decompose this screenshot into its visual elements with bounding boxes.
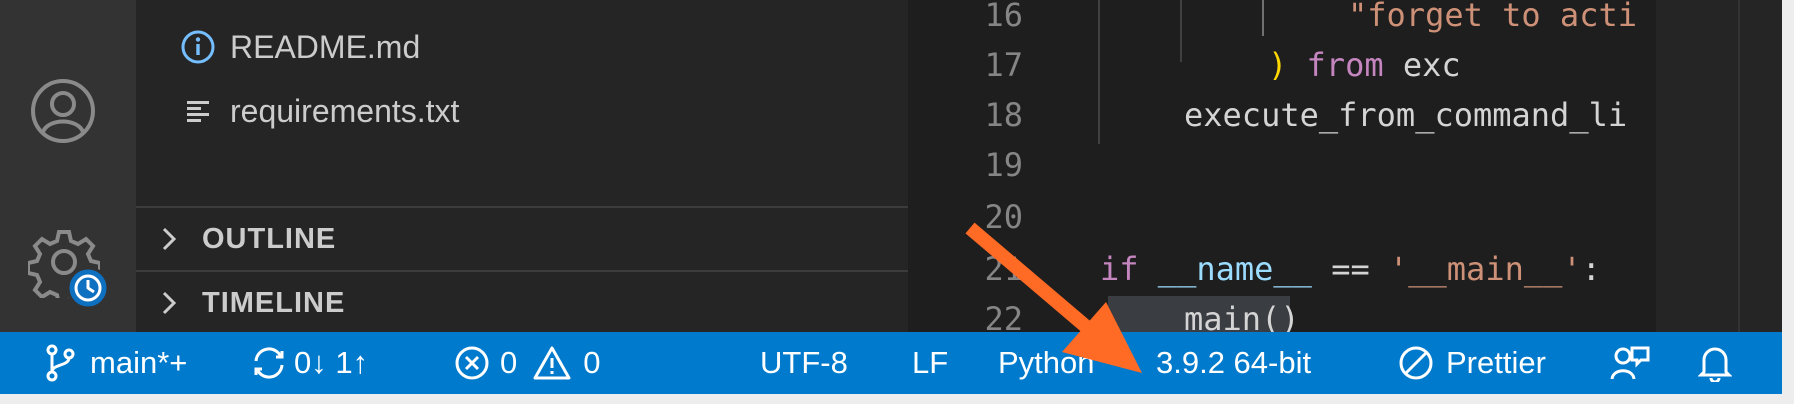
code-text: exc	[1383, 46, 1461, 84]
prohibited-icon	[1399, 346, 1433, 380]
activity-bar	[0, 0, 136, 332]
line-number: 20	[984, 198, 1023, 236]
python-interpreter-button[interactable]: 3.9.2 64-bit	[1156, 332, 1311, 394]
line-number: 21	[984, 250, 1023, 288]
section-label: TIMELINE	[202, 286, 346, 319]
code-keyword: from	[1306, 46, 1384, 84]
encoding-button[interactable]: UTF-8	[760, 332, 848, 394]
line-number: 18	[984, 96, 1023, 134]
error-count: 0	[500, 345, 518, 380]
warning-count: 0	[583, 345, 601, 380]
indent-guide	[1180, 0, 1182, 62]
info-icon	[178, 27, 218, 67]
code-variable: __name__	[1157, 250, 1312, 288]
interpreter-label: 3.9.2 64-bit	[1156, 345, 1312, 380]
code-line: "forget to acti	[1348, 0, 1637, 34]
code-paren: )	[1268, 46, 1288, 84]
line-number: 16	[984, 0, 1023, 34]
code-text: :	[1581, 250, 1601, 288]
chevron-right-icon	[162, 227, 177, 251]
section-timeline[interactable]: TIMELINE	[136, 270, 908, 334]
feedback-person-icon	[1610, 346, 1650, 380]
minimap[interactable]	[1656, 0, 1782, 332]
prettier-label: Prettier	[1446, 345, 1546, 380]
prettier-button[interactable]: Prettier	[1398, 332, 1546, 394]
indent-guide	[1262, 0, 1264, 36]
line-number: 19	[984, 146, 1023, 184]
branch-button[interactable]: main*+	[44, 332, 187, 394]
file-name: requirements.txt	[230, 92, 460, 129]
feedback-button[interactable]	[1610, 332, 1650, 394]
status-bar: main*+ 0↓ 1↑ 0 0 UTF-8 LF Python 3.9.2 6…	[0, 332, 1782, 394]
code-string: '__main__'	[1388, 250, 1582, 288]
sync-icon	[254, 347, 284, 379]
section-outline[interactable]: OUTLINE	[136, 206, 908, 270]
line-number: 17	[984, 46, 1023, 84]
text-lines-icon	[178, 91, 218, 131]
file-readme[interactable]: README.md	[178, 22, 420, 72]
indent-guide	[1098, 0, 1100, 144]
eol-button[interactable]: LF	[912, 332, 948, 394]
language-mode-button[interactable]: Python	[998, 332, 1095, 394]
chevron-right-icon	[162, 291, 177, 315]
file-name: README.md	[230, 28, 421, 65]
code-keyword: if	[1100, 250, 1139, 288]
notifications-button[interactable]	[1698, 332, 1732, 394]
minimap-divider	[1738, 0, 1740, 332]
code-line: execute_from_command_li	[1184, 96, 1628, 134]
account-icon[interactable]	[30, 78, 96, 149]
warning-icon	[533, 346, 571, 380]
encoding-label: UTF-8	[760, 345, 848, 380]
sync-status: 0↓ 1↑	[294, 345, 369, 380]
code-line: ) from exc	[1268, 46, 1461, 84]
problems-button[interactable]: 0 0	[454, 332, 601, 394]
code-editor[interactable]: 16 "forget to acti 17 ) from exc 18 exec…	[908, 0, 1782, 338]
explorer-sidebar: README.md requirements.txt OUTLINE TIMEL…	[136, 0, 908, 332]
section-label: OUTLINE	[202, 222, 337, 255]
code-operator: ==	[1311, 250, 1389, 288]
update-clock-badge-icon	[66, 266, 110, 315]
error-icon	[455, 346, 489, 380]
language-label: Python	[998, 345, 1095, 380]
vscode-window: README.md requirements.txt OUTLINE TIMEL…	[0, 0, 1782, 394]
git-branch-icon	[46, 344, 75, 382]
eol-label: LF	[912, 345, 949, 380]
branch-name: main*+	[90, 345, 188, 380]
file-requirements[interactable]: requirements.txt	[178, 86, 459, 136]
code-line: if __name__ == '__main__':	[1100, 250, 1601, 288]
bell-icon	[1698, 347, 1732, 382]
sync-button[interactable]: 0↓ 1↑	[250, 332, 368, 394]
